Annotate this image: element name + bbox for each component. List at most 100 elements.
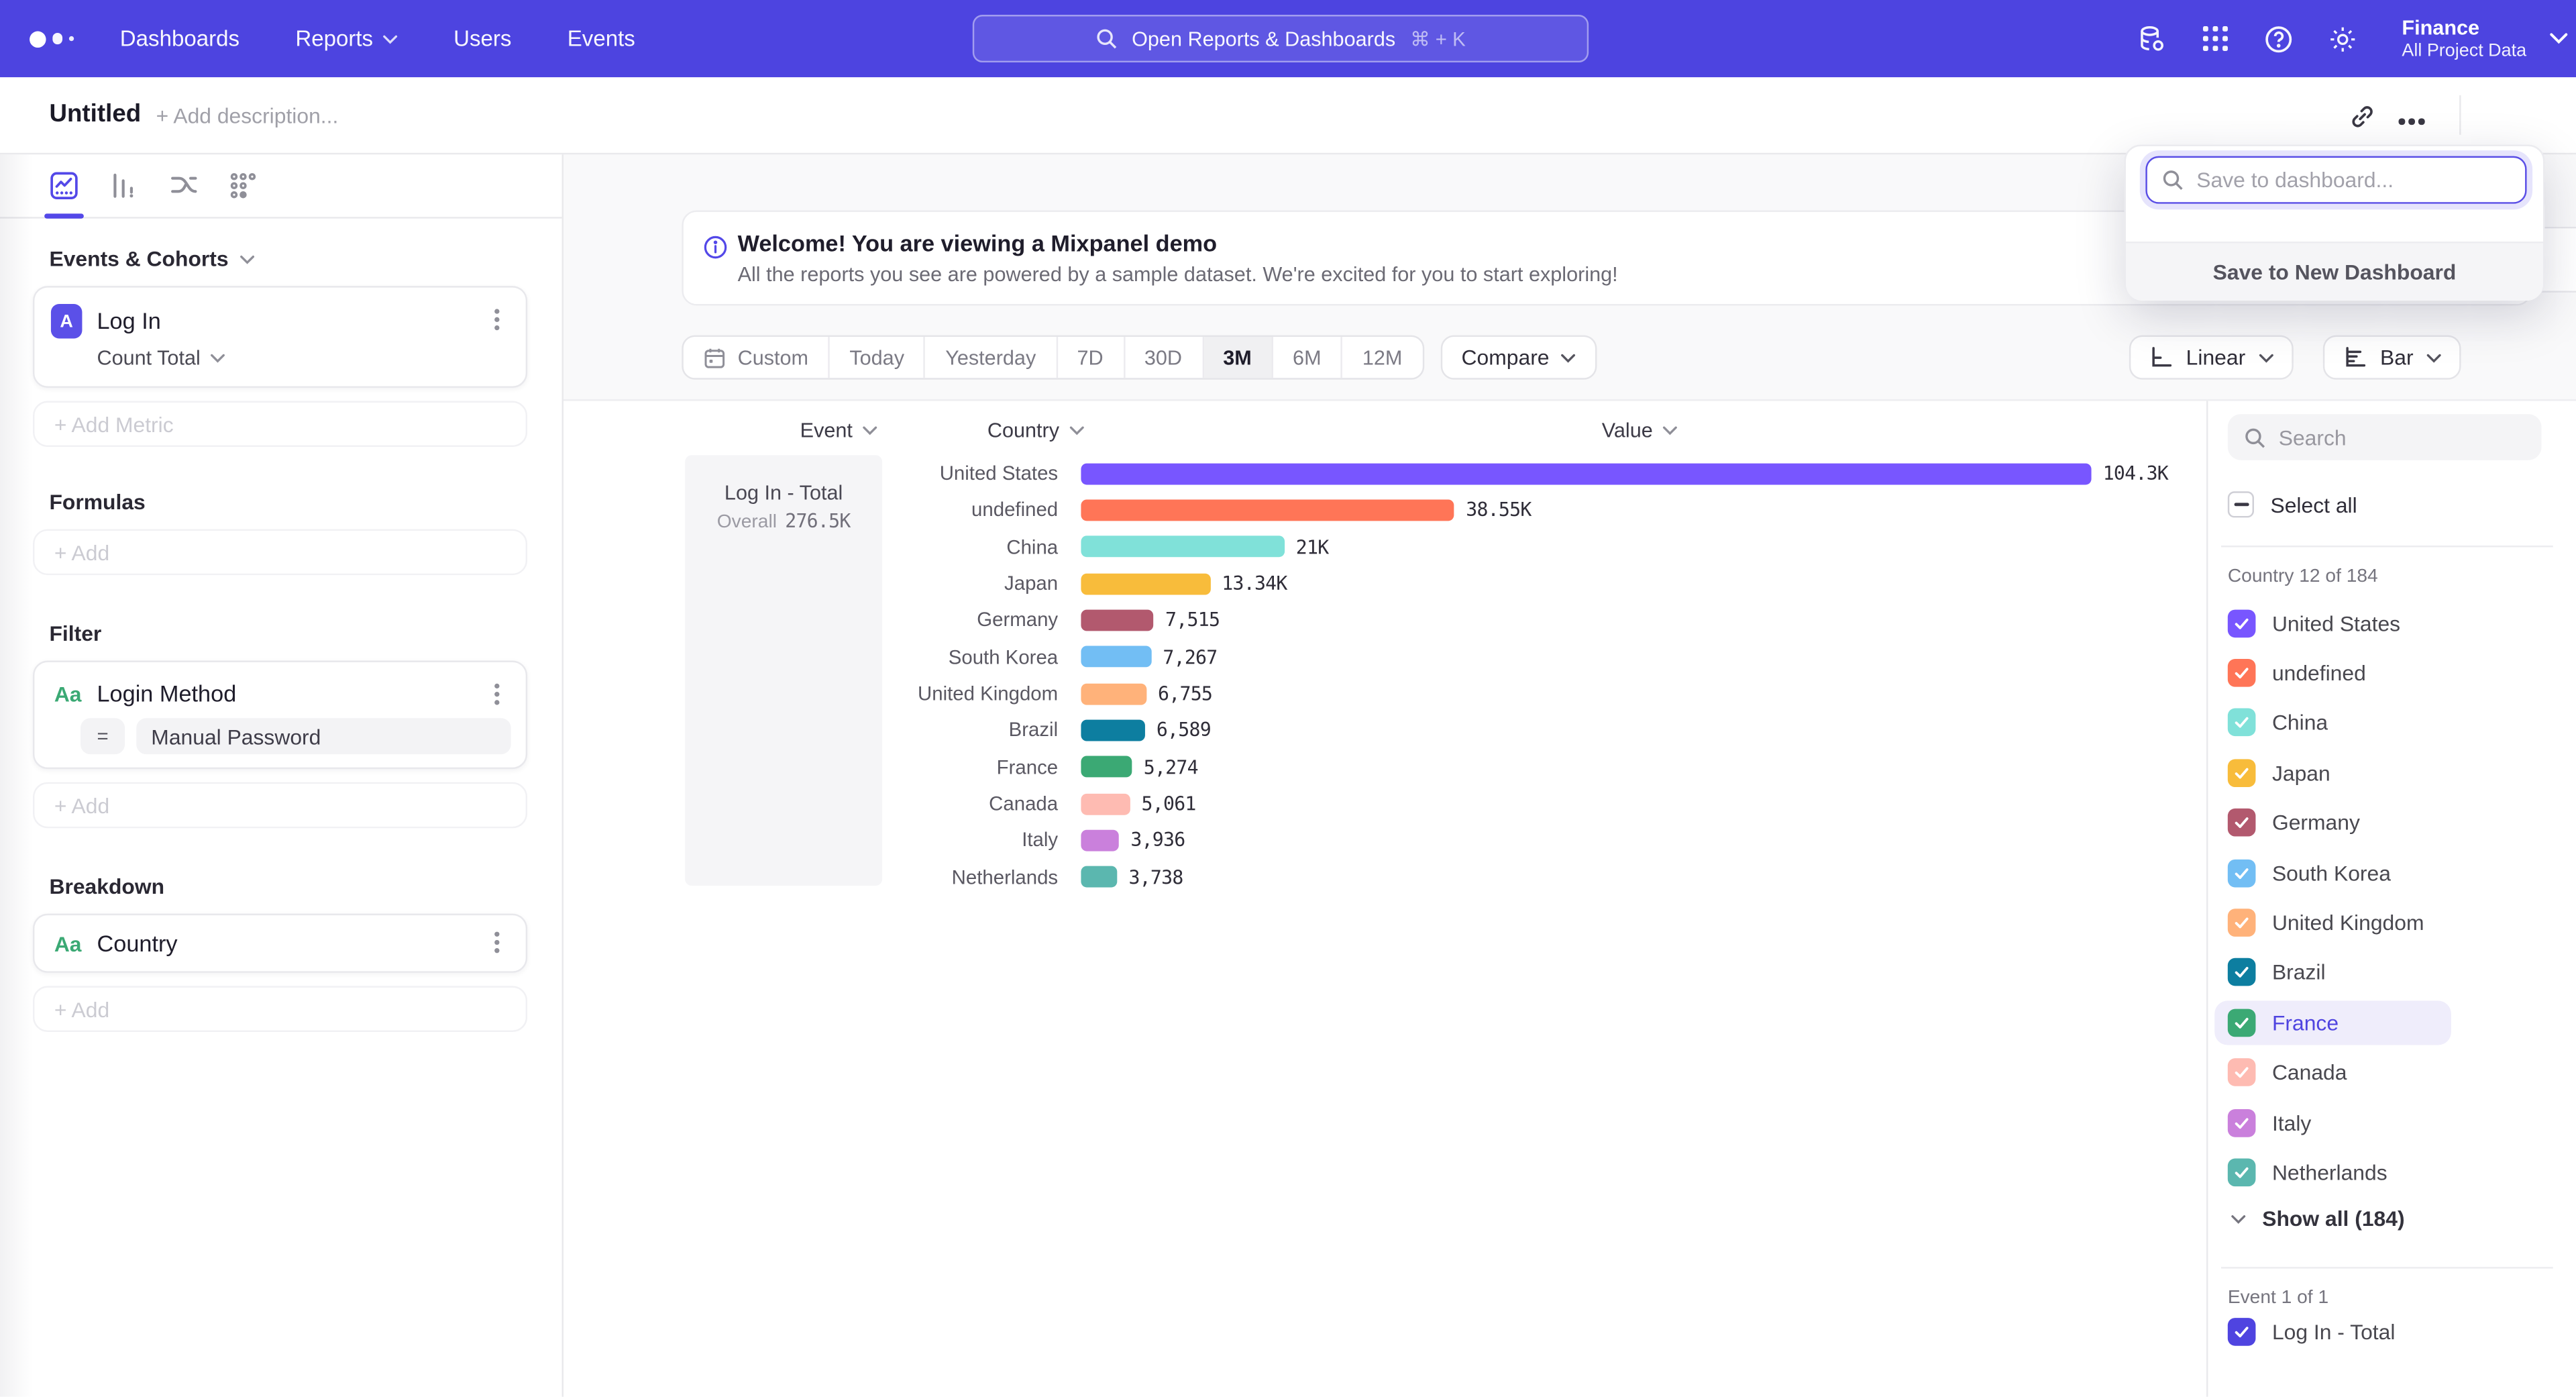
bar-value-label: 6,589 (1157, 719, 1211, 741)
country-checkbox[interactable] (2228, 1158, 2256, 1186)
chart-type-selector-button[interactable]: Bar (2322, 335, 2461, 380)
country-bar[interactable] (1081, 720, 1144, 741)
value-column-header[interactable]: Value (1602, 419, 1678, 442)
save-dashboard-search-box[interactable] (2145, 156, 2526, 204)
metric-event-name[interactable]: Log In (97, 307, 160, 333)
add-metric-button[interactable]: + Add Metric (33, 401, 527, 448)
date-range-12m[interactable]: 12M (1342, 337, 1421, 378)
date-range-6m[interactable]: 6M (1273, 337, 1343, 378)
add-formula-button[interactable]: + Add (33, 529, 527, 576)
country-bar[interactable] (1081, 830, 1119, 851)
country-filter-item[interactable]: Italy (2208, 1098, 2576, 1147)
help-icon[interactable] (2264, 24, 2294, 54)
apps-grid-icon[interactable] (2202, 25, 2230, 53)
filter-value-chip[interactable]: Manual Password (136, 718, 511, 754)
country-filter-item[interactable]: United States (2208, 598, 2576, 648)
filter-options-icon[interactable] (494, 692, 499, 696)
country-checkbox[interactable] (2228, 609, 2256, 637)
country-checkbox[interactable] (2228, 959, 2256, 987)
country-checkbox[interactable] (2228, 809, 2256, 837)
bar-country-label: Brazil (564, 719, 1081, 741)
scale-selector-button[interactable]: Linear (2129, 335, 2293, 380)
tab-retention[interactable] (228, 171, 258, 201)
filter-operator-chip[interactable]: = (80, 718, 125, 754)
country-checkbox[interactable] (2228, 659, 2256, 687)
save-dashboard-input[interactable] (2196, 168, 2492, 193)
country-bar[interactable] (1081, 793, 1130, 815)
tab-flows[interactable] (169, 171, 199, 201)
country-checkbox[interactable] (2228, 1108, 2256, 1137)
country-bar[interactable] (1081, 609, 1153, 631)
project-switcher[interactable]: Finance All Project Data (2402, 0, 2567, 77)
nav-item-users[interactable]: Users (453, 26, 511, 51)
data-management-icon[interactable] (2136, 23, 2167, 54)
country-filter-item[interactable]: Brazil (2208, 947, 2576, 997)
date-range-7d[interactable]: 7D (1057, 337, 1124, 378)
country-bar[interactable] (1081, 646, 1151, 668)
country-filter-item[interactable]: undefined (2208, 648, 2576, 698)
date-range-yesterday[interactable]: Yesterday (926, 337, 1057, 378)
filter-card-login-method[interactable]: Aa Login Method = Manual Password (33, 660, 527, 769)
country-filter-item[interactable]: South Korea (2208, 848, 2576, 898)
event-column-header[interactable]: Event (800, 419, 877, 442)
save-to-new-dashboard-button[interactable]: Save to New Dashboard (2126, 242, 2543, 301)
date-range-today[interactable]: Today (830, 337, 926, 378)
more-actions-icon[interactable] (2408, 118, 2414, 124)
copy-link-icon[interactable] (2349, 103, 2375, 130)
events-cohorts-heading[interactable]: Events & Cohorts (49, 246, 561, 271)
tab-insights[interactable] (49, 171, 78, 201)
add-description-field[interactable]: + Add description... (156, 103, 339, 128)
nav-item-dashboards[interactable]: Dashboards (120, 26, 239, 51)
series-search-box[interactable] (2228, 414, 2542, 460)
mixpanel-logo[interactable] (30, 30, 74, 46)
compare-button[interactable]: Compare (1440, 335, 1597, 380)
date-range-3m[interactable]: 3M (1203, 337, 1273, 378)
nav-item-events[interactable]: Events (568, 26, 635, 51)
country-bar[interactable] (1081, 499, 1454, 521)
country-filter-item[interactable]: Germany (2208, 798, 2576, 847)
country-filter-item[interactable]: China (2208, 698, 2576, 747)
breakdown-card-country[interactable]: Aa Country (33, 914, 527, 973)
country-checkbox[interactable] (2228, 1008, 2256, 1037)
series-search-input[interactable] (2279, 425, 2509, 450)
country-filter-item[interactable]: France (2208, 998, 2576, 1047)
report-title[interactable]: Untitled (49, 100, 141, 128)
date-range-custom[interactable]: Custom (684, 337, 830, 378)
settings-gear-icon[interactable] (2328, 24, 2357, 54)
country-checkbox[interactable] (2228, 1059, 2256, 1087)
aggregation-dropdown[interactable]: Count Total (97, 347, 225, 370)
select-all-row[interactable]: Select all (2228, 491, 2357, 517)
global-search-button[interactable]: Open Reports & Dashboards ⌘ + K (973, 15, 1589, 62)
metric-options-icon[interactable] (494, 317, 499, 322)
country-filter-item[interactable]: Netherlands (2208, 1147, 2576, 1197)
country-column-header[interactable]: Country (987, 419, 1084, 442)
breakdown-options-icon[interactable] (494, 940, 499, 945)
show-all-toggle[interactable]: Show all (184) (2231, 1206, 2405, 1231)
tab-funnels[interactable] (109, 171, 138, 201)
country-bar[interactable] (1081, 536, 1284, 558)
country-bar[interactable] (1081, 573, 1210, 594)
country-bar[interactable] (1081, 866, 1117, 888)
select-all-checkbox-indeterminate[interactable] (2228, 491, 2254, 517)
country-bar[interactable] (1081, 756, 1132, 778)
country-bar[interactable] (1081, 463, 2091, 484)
info-icon (703, 235, 728, 260)
nav-item-reports[interactable]: Reports (295, 26, 398, 51)
country-checkbox[interactable] (2228, 709, 2256, 737)
country-checkbox[interactable] (2228, 859, 2256, 887)
country-filter-item[interactable]: Canada (2208, 1047, 2576, 1097)
add-breakdown-button[interactable]: + Add (33, 986, 527, 1032)
filter-property-name[interactable]: Login Method (97, 680, 236, 707)
event-series-toggle-row[interactable]: Log In - Total (2228, 1318, 2396, 1346)
country-filter-item[interactable]: Japan (2208, 748, 2576, 798)
country-filter-item[interactable]: United Kingdom (2208, 898, 2576, 947)
country-bar[interactable] (1081, 683, 1146, 705)
metric-card-log-in[interactable]: A Log In Count Total (33, 286, 527, 388)
breakdown-property-name[interactable]: Country (97, 930, 177, 956)
event-series-checkbox[interactable] (2228, 1318, 2256, 1346)
date-range-30d[interactable]: 30D (1124, 337, 1203, 378)
country-checkbox[interactable] (2228, 909, 2256, 937)
bar-rows-container: United States104.3Kundefined38.55KChina2… (564, 455, 2206, 895)
country-checkbox[interactable] (2228, 759, 2256, 787)
add-filter-button[interactable]: + Add (33, 782, 527, 829)
